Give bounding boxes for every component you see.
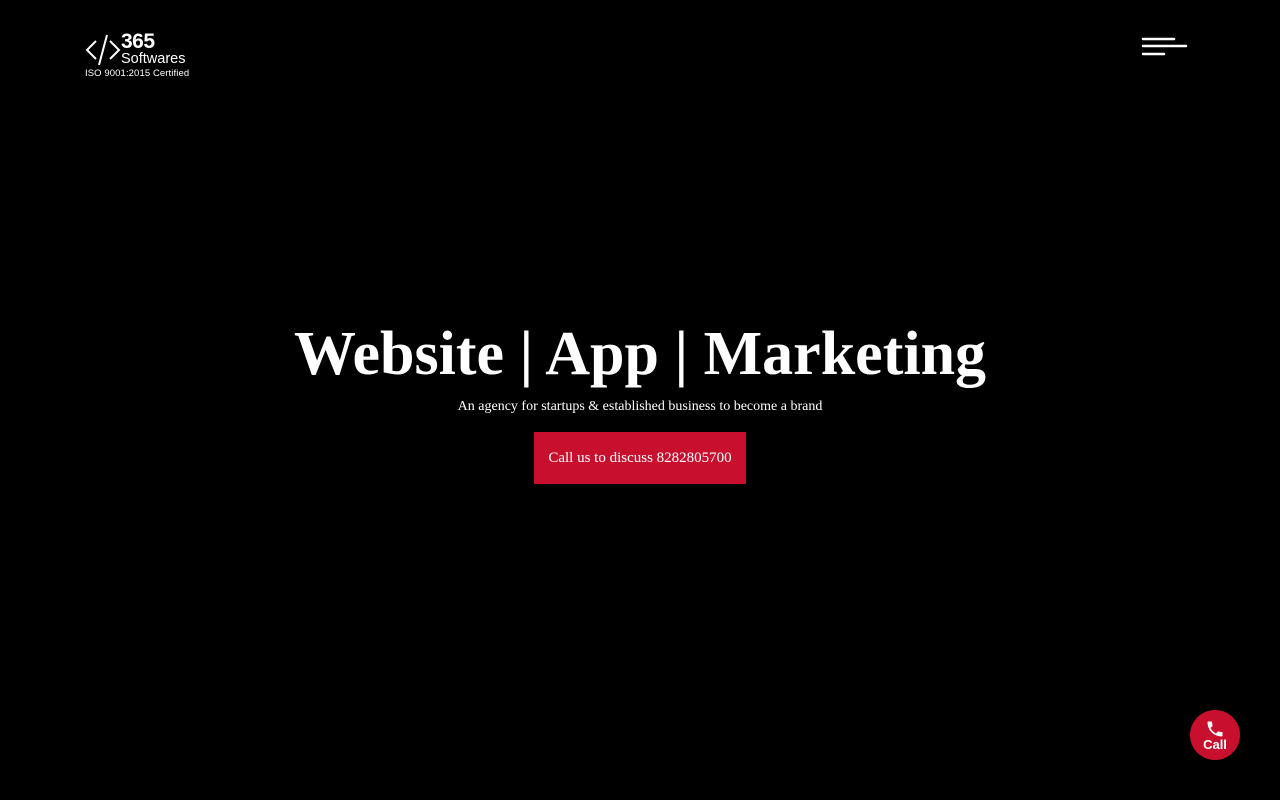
hamburger-menu-icon (1141, 37, 1188, 56)
iso-certification-label: ISO 9001:2015 Certified (85, 68, 190, 79)
hero-subtitle: An agency for startups & established bus… (457, 399, 823, 414)
floating-call-button[interactable]: Call (1190, 710, 1240, 760)
hero-title: Website | App | Marketing (293, 320, 987, 388)
phone-icon (1207, 721, 1223, 737)
call-to-discuss-button[interactable]: Call us to discuss 8282805700 (534, 432, 746, 484)
code-brackets-icon (85, 34, 121, 65)
logo-wordmark: Softwares (121, 51, 186, 67)
floating-call-label: Call (1203, 737, 1227, 752)
logo-number: 365 (121, 30, 155, 53)
menu-button[interactable] (1140, 36, 1188, 60)
site-logo[interactable]: 365 Softwares ISO 9001:2015 Certified (85, 31, 200, 81)
